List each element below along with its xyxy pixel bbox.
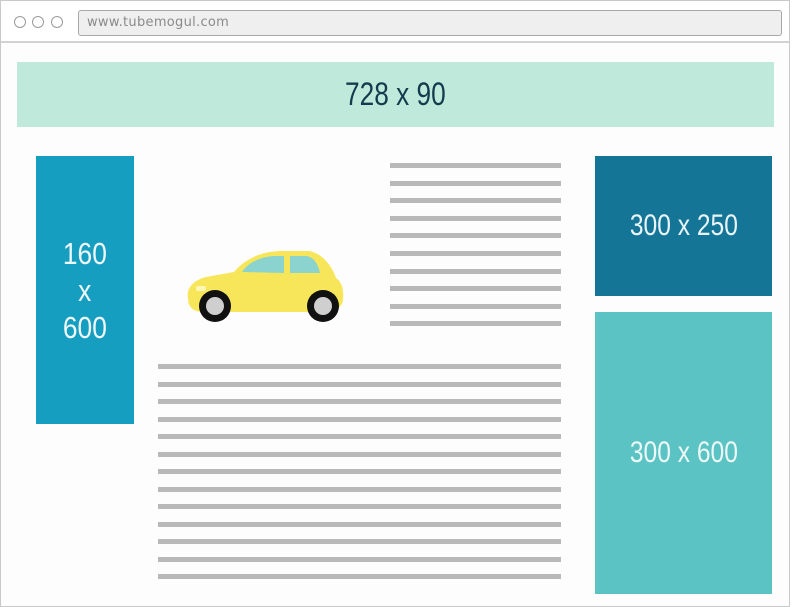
text-placeholder-line <box>390 303 561 309</box>
text-placeholder-line <box>158 416 561 422</box>
leaderboard-size-label: 728 x 90 <box>345 76 446 112</box>
browser-toolbar: www.tubemogul.com <box>1 1 789 43</box>
text-placeholder-line <box>158 434 561 439</box>
skyscraper-size-label-width: 160 <box>63 235 107 271</box>
window-maximize-icon[interactable] <box>51 16 63 28</box>
text-placeholder-line <box>390 180 561 186</box>
skyscraper-ad-slot: 160 x 600 <box>36 156 134 424</box>
text-placeholder-line <box>158 539 561 544</box>
text-placeholder-line <box>158 469 561 474</box>
text-placeholder-line <box>158 521 561 527</box>
text-placeholder-line <box>158 556 561 562</box>
text-placeholder-line <box>158 486 561 492</box>
skyscraper-size-label-height: 600 <box>63 309 107 345</box>
half-page-size-label: 300 x 600 <box>629 436 738 469</box>
browser-window: www.tubemogul.com 728 x 90 160 x 600 300… <box>0 0 790 607</box>
text-placeholder-line <box>158 381 561 387</box>
skyscraper-size-label-x: x <box>78 272 92 308</box>
car-headlight <box>196 286 206 291</box>
text-placeholder-line <box>158 364 561 369</box>
medium-rectangle-size-label: 300 x 250 <box>629 209 738 242</box>
half-page-ad-slot: 300 x 600 <box>595 312 772 594</box>
car-icon <box>187 251 344 322</box>
window-close-icon[interactable] <box>14 16 26 28</box>
text-placeholder-line <box>158 399 561 404</box>
leaderboard-ad-slot: 728 x 90 <box>17 62 774 127</box>
text-placeholder-line <box>390 268 561 274</box>
text-placeholder-line <box>390 233 561 239</box>
window-minimize-icon[interactable] <box>32 16 44 28</box>
text-placeholder-line <box>390 163 561 168</box>
address-bar[interactable]: www.tubemogul.com <box>78 10 782 36</box>
car-front-hubcap <box>206 297 224 315</box>
medium-rectangle-ad-slot: 300 x 250 <box>595 156 772 296</box>
text-placeholder-line <box>390 215 561 221</box>
text-placeholder-line <box>158 451 561 457</box>
text-placeholder-lower <box>158 364 561 586</box>
text-placeholder-line <box>158 504 561 509</box>
text-placeholder-line <box>390 198 561 204</box>
text-placeholder-line <box>158 574 561 579</box>
text-placeholder-line <box>390 321 561 327</box>
text-placeholder-upper <box>390 163 561 331</box>
car-rear-hubcap <box>314 297 332 315</box>
text-placeholder-line <box>390 251 561 256</box>
text-placeholder-line <box>390 286 561 292</box>
